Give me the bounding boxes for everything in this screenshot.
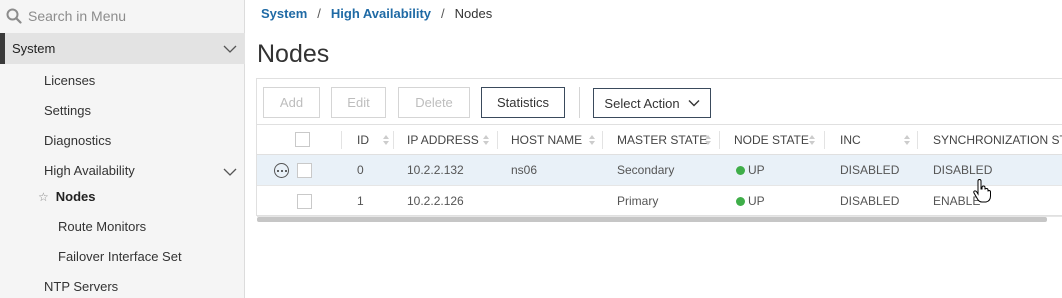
- row-checkbox[interactable]: [297, 163, 312, 178]
- status-up-icon: [736, 165, 745, 175]
- cell-node-state: UP: [736, 155, 765, 185]
- cell-ip-address: 10.2.2.132: [407, 163, 464, 177]
- sidebar-item-ntp-servers[interactable]: NTP Servers: [44, 279, 118, 294]
- column-divider: [393, 131, 394, 149]
- column-divider: [341, 131, 342, 149]
- horizontal-scrollbar[interactable]: [257, 217, 1047, 222]
- cell-inc: DISABLED: [840, 163, 900, 177]
- sidebar-item-label: Nodes: [55, 189, 96, 204]
- select-action-label: Select Action: [604, 95, 680, 111]
- cell-host-name: ns06: [511, 163, 538, 177]
- node-state-text: UP: [748, 194, 765, 208]
- sidebar-section-label: System: [12, 41, 56, 56]
- sidebar-item-failover-interface-set[interactable]: Failover Interface Set: [58, 249, 182, 264]
- node-state-text: UP: [748, 163, 765, 177]
- breadcrumb-current: Nodes: [454, 6, 493, 21]
- breadcrumb-separator: /: [317, 6, 321, 21]
- select-action-dropdown[interactable]: Select Action: [593, 88, 711, 118]
- menu-search[interactable]: Search in Menu: [0, 0, 245, 32]
- sort-icon[interactable]: [705, 134, 711, 146]
- cell-master-state: Secondary: [617, 163, 675, 177]
- edit-button[interactable]: Edit: [331, 87, 386, 118]
- star-icon[interactable]: ☆: [38, 190, 49, 204]
- status-up-icon: [736, 196, 745, 206]
- sidebar-item-settings[interactable]: Settings: [44, 103, 91, 118]
- sidebar-section-system[interactable]: System: [0, 33, 245, 64]
- sort-icon[interactable]: [483, 134, 489, 146]
- breadcrumb-system[interactable]: System: [261, 6, 307, 21]
- sort-icon[interactable]: [809, 134, 815, 146]
- sort-icon[interactable]: [589, 134, 595, 146]
- chevron-down-icon: [688, 100, 700, 107]
- row-checkbox[interactable]: [297, 194, 312, 209]
- column-divider: [917, 131, 918, 149]
- nodes-panel: Add Edit Delete Statistics Select Action…: [256, 78, 1062, 222]
- sidebar-item-nodes[interactable]: ☆ Nodes: [38, 189, 96, 204]
- sidebar-item-high-availability[interactable]: High Availability: [44, 163, 135, 178]
- toolbar-divider: [579, 87, 580, 118]
- column-header-inc[interactable]: INC: [840, 125, 861, 155]
- chevron-down-icon[interactable]: [223, 167, 237, 177]
- cell-id: 0: [357, 163, 364, 177]
- breadcrumb-high-availability[interactable]: High Availability: [331, 6, 431, 21]
- column-divider: [719, 131, 720, 149]
- column-header-node-state[interactable]: NODE STATE: [734, 125, 809, 155]
- column-divider: [602, 131, 603, 149]
- cell-inc: DISABLED: [840, 194, 900, 208]
- cell-node-state: UP: [736, 186, 765, 216]
- column-divider: [824, 131, 825, 149]
- hand-cursor-icon: [973, 179, 991, 203]
- table-row[interactable]: 1 10.2.2.126 Primary UP DISABLED ENABLE: [257, 186, 1062, 217]
- table-header: ID IP ADDRESS HOST NAME MASTER STATE NOD…: [257, 124, 1062, 155]
- search-icon: [6, 8, 22, 24]
- sidebar-item-diagnostics[interactable]: Diagnostics: [44, 133, 111, 148]
- delete-button[interactable]: Delete: [398, 87, 470, 118]
- cell-id: 1: [357, 194, 364, 208]
- select-all-checkbox[interactable]: [295, 132, 310, 147]
- breadcrumb: System / High Availability / Nodes: [261, 6, 492, 21]
- sort-icon[interactable]: [383, 134, 389, 146]
- column-header-host-name[interactable]: HOST NAME: [511, 125, 582, 155]
- sort-icon[interactable]: [904, 134, 910, 146]
- table-row[interactable]: 0 10.2.2.132 ns06 Secondary UP DISABLED …: [257, 155, 1062, 186]
- column-header-synchronization-state[interactable]: SYNCHRONIZATION STA: [933, 125, 1062, 155]
- cell-ip-address: 10.2.2.126: [407, 194, 464, 208]
- page-title: Nodes: [257, 40, 330, 68]
- column-divider: [497, 131, 498, 149]
- column-header-master-state[interactable]: MASTER STATE: [617, 125, 707, 155]
- sidebar: Search in Menu System Licenses Settings …: [0, 0, 245, 298]
- chevron-down-icon[interactable]: [223, 44, 237, 54]
- cell-master-state: Primary: [617, 194, 659, 208]
- search-input[interactable]: Search in Menu: [28, 8, 126, 24]
- sidebar-item-route-monitors[interactable]: Route Monitors: [58, 219, 146, 234]
- add-button[interactable]: Add: [263, 87, 320, 118]
- column-header-ip-address[interactable]: IP ADDRESS: [407, 125, 479, 155]
- breadcrumb-separator: /: [441, 6, 445, 21]
- more-options-icon[interactable]: [274, 163, 289, 178]
- sidebar-item-licenses[interactable]: Licenses: [44, 73, 95, 88]
- statistics-button[interactable]: Statistics: [481, 87, 565, 118]
- column-header-id[interactable]: ID: [357, 125, 369, 155]
